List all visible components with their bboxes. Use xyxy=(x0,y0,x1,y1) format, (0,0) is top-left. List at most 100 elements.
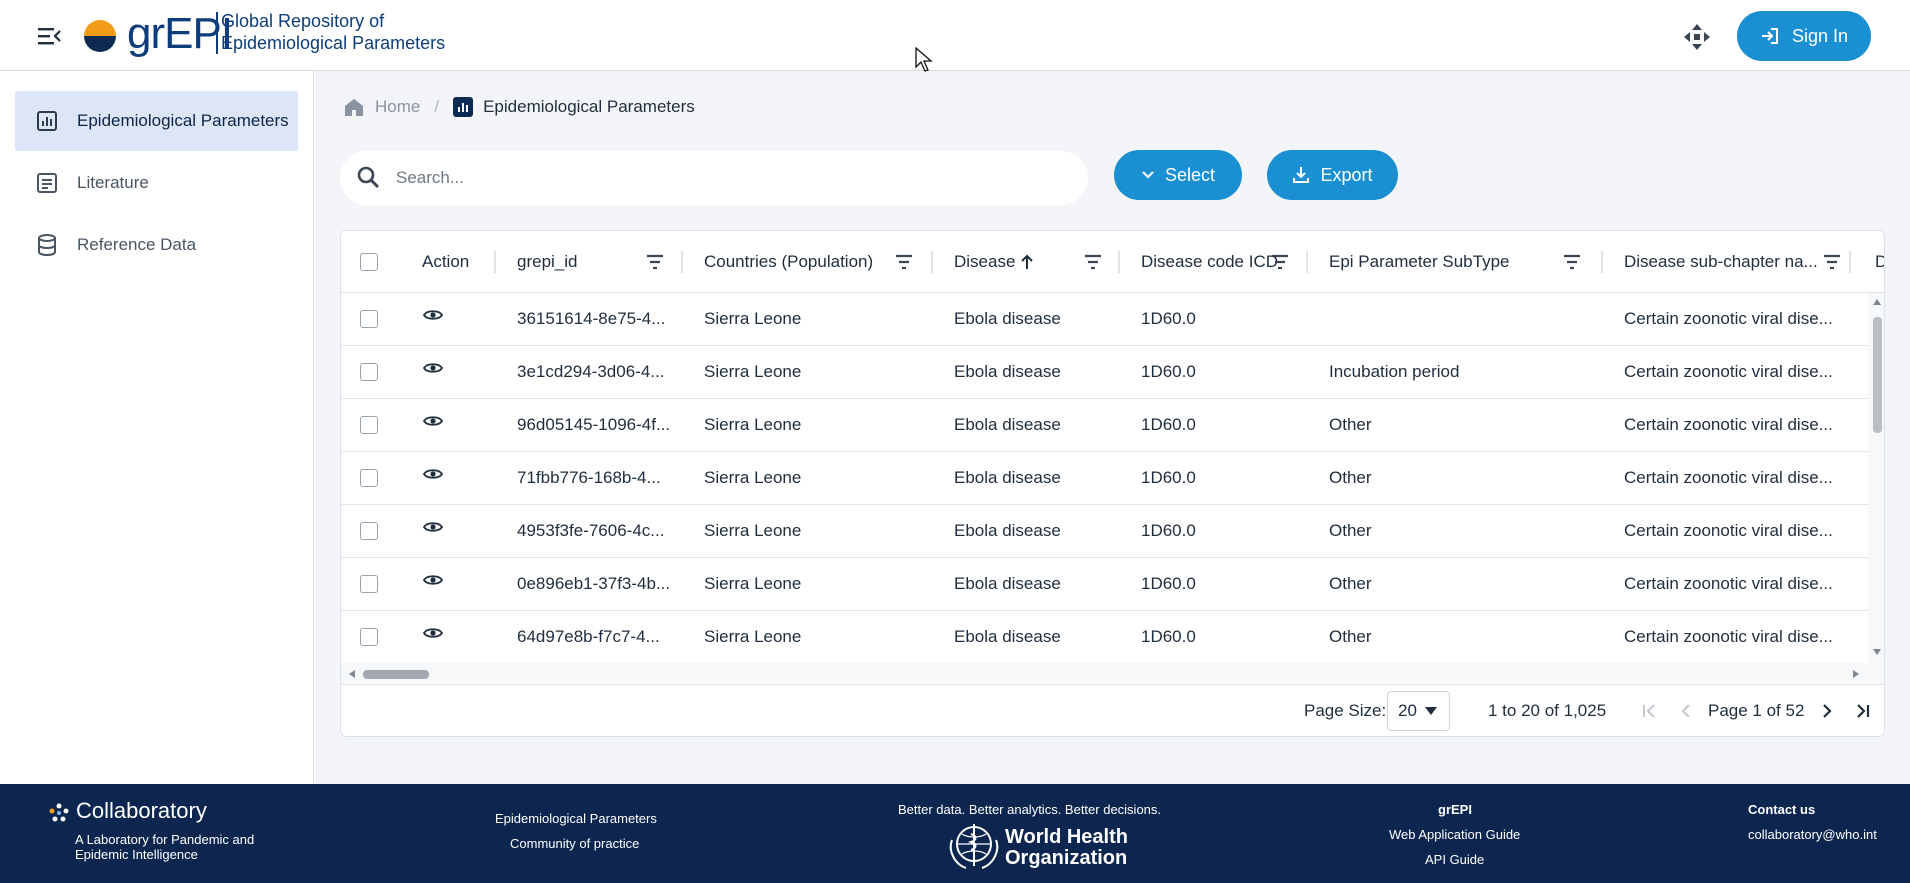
select-all-checkbox[interactable] xyxy=(360,253,378,271)
cell-subchapter: Certain zoonotic viral dise... xyxy=(1624,574,1833,593)
view-eye-icon[interactable] xyxy=(423,520,443,534)
sidebar-item-literature[interactable]: Literature xyxy=(15,153,298,213)
menu-collapse-icon[interactable] xyxy=(36,24,62,48)
row-checkbox[interactable] xyxy=(360,628,378,646)
column-resizer[interactable] xyxy=(931,251,933,273)
view-eye-icon[interactable] xyxy=(423,573,443,587)
filter-icon[interactable] xyxy=(1084,253,1102,271)
who-emblem-icon xyxy=(949,824,999,869)
column-header-grepi-id[interactable]: grepi_id xyxy=(517,231,578,293)
cell-disease: Ebola disease xyxy=(954,521,1061,540)
column-resizer[interactable] xyxy=(1306,251,1308,273)
column-header-disease-sub-chapter[interactable]: Disease sub-chapter na... xyxy=(1624,231,1818,293)
cell-id: 0e896eb1-37f3-4b... xyxy=(517,574,671,593)
sidebar-item-reference-data[interactable]: Reference Data xyxy=(15,215,298,275)
data-grid: Action grepi_id Countries (Population) D… xyxy=(340,230,1885,737)
footer-contact-email[interactable]: collaboratory@who.int xyxy=(1748,827,1877,842)
row-action-cell xyxy=(423,505,443,549)
scroll-left-arrow[interactable] xyxy=(349,670,355,678)
row-checkbox-cell xyxy=(360,505,378,557)
row-range-text: 1 to 20 of 1,025 xyxy=(1488,701,1607,720)
row-checkbox[interactable] xyxy=(360,522,378,540)
row-checkbox[interactable] xyxy=(360,469,378,487)
footer-grepi-title: grEPI xyxy=(1438,802,1472,817)
column-resizer[interactable] xyxy=(494,251,496,273)
row-action-cell xyxy=(423,399,443,443)
cell-subtype: Other xyxy=(1329,574,1372,593)
cell-icd: 1D60.0 xyxy=(1141,627,1196,646)
column-header-action[interactable]: Action xyxy=(422,231,469,293)
footer-brand[interactable]: Collaboratory xyxy=(76,798,207,824)
row-action-cell xyxy=(423,452,443,496)
table-row[interactable]: 36151614-8e75-4... Sierra Leone Ebola dise… xyxy=(341,293,1868,346)
filter-icon[interactable] xyxy=(1563,253,1581,271)
export-button[interactable]: Export xyxy=(1267,150,1398,200)
move-arrows-icon[interactable] xyxy=(1682,22,1712,52)
breadcrumb-home[interactable]: Home xyxy=(375,97,420,117)
scroll-up-arrow[interactable] xyxy=(1873,299,1881,305)
last-page-icon[interactable] xyxy=(1855,703,1871,719)
column-resizer[interactable] xyxy=(1118,251,1120,273)
column-resizer[interactable] xyxy=(1849,251,1851,273)
sidebar-item-label: Reference Data xyxy=(77,235,197,254)
filter-icon[interactable] xyxy=(895,253,913,271)
column-header-disease[interactable]: Disease xyxy=(954,231,1015,293)
footer-link-community[interactable]: Community of practice xyxy=(510,836,639,851)
first-page-icon[interactable] xyxy=(1641,703,1657,719)
sidebar-item-epidemiological-parameters[interactable]: Epidemiological Parameters xyxy=(15,91,298,151)
horizontal-scrollbar[interactable] xyxy=(341,663,1884,685)
table-row[interactable]: 96d05145-1096-4f... Sierra Leone Ebola dis… xyxy=(341,399,1868,452)
view-eye-icon[interactable] xyxy=(423,308,443,322)
row-checkbox[interactable] xyxy=(360,416,378,434)
download-icon xyxy=(1293,167,1310,183)
row-checkbox-cell xyxy=(360,452,378,504)
footer-contact-title: Contact us xyxy=(1748,802,1816,817)
footer-link-epi-params[interactable]: Epidemiological Parameters xyxy=(495,811,657,826)
column-resizer[interactable] xyxy=(1601,251,1603,273)
view-eye-icon[interactable] xyxy=(423,361,443,375)
next-page-icon[interactable] xyxy=(1819,703,1835,719)
pagination-bar: Page Size: 20 1 to 20 of 1,025 Page 1 of… xyxy=(341,685,1884,736)
cell-subchapter: Certain zoonotic viral dise... xyxy=(1624,362,1833,381)
previous-page-icon[interactable] xyxy=(1678,703,1694,719)
scroll-right-arrow[interactable] xyxy=(1853,670,1859,678)
view-eye-icon[interactable] xyxy=(423,467,443,481)
row-action-cell xyxy=(423,611,443,655)
footer-link-web-guide[interactable]: Web Application Guide xyxy=(1389,827,1520,842)
table-row[interactable]: 0e896eb1-37f3-4b... Sierra Leone Ebola dis… xyxy=(341,558,1868,611)
table-row[interactable]: 64d97e8b-f7c7-4... Sierra Leone Ebola dise… xyxy=(341,611,1868,664)
table-row[interactable]: 4953f3fe-7606-4c... Sierra Leone Ebola dis… xyxy=(341,505,1868,558)
vertical-scrollbar[interactable] xyxy=(1868,293,1884,663)
table-row[interactable]: 3e1cd294-3d06-4... Sierra Leone Ebola dise… xyxy=(341,346,1868,399)
breadcrumb-separator: / xyxy=(434,97,440,116)
row-checkbox[interactable] xyxy=(360,310,378,328)
scroll-down-arrow[interactable] xyxy=(1873,649,1881,655)
filter-icon[interactable] xyxy=(646,253,664,271)
view-eye-icon[interactable] xyxy=(423,626,443,640)
sign-in-button[interactable]: Sign In xyxy=(1737,11,1871,61)
row-checkbox[interactable] xyxy=(360,575,378,593)
cell-id: 3e1cd294-3d06-4... xyxy=(517,362,665,381)
select-label: Select xyxy=(1164,164,1216,185)
caret-down-icon xyxy=(1424,707,1437,715)
search-input[interactable] xyxy=(396,168,1036,188)
column-header-epi-parameter-subtype[interactable]: Epi Parameter SubType xyxy=(1329,231,1509,293)
table-row[interactable]: 71fbb776-168b-4... Sierra Leone Ebola dise… xyxy=(341,452,1868,505)
page-size-select[interactable]: 20 xyxy=(1387,691,1450,731)
vertical-scroll-thumb[interactable] xyxy=(1873,317,1882,433)
view-eye-icon[interactable] xyxy=(423,414,443,428)
column-header-partial[interactable]: D xyxy=(1875,231,1884,293)
sort-ascending-icon[interactable] xyxy=(1019,253,1035,271)
footer-link-api-guide[interactable]: API Guide xyxy=(1425,852,1484,867)
select-button[interactable]: Select xyxy=(1114,150,1242,200)
filter-icon[interactable] xyxy=(1823,253,1841,271)
row-checkbox[interactable] xyxy=(360,363,378,381)
breadcrumb: Home / Epidemiological Parameters xyxy=(343,96,695,118)
horizontal-scroll-thumb[interactable] xyxy=(363,670,429,679)
filter-icon[interactable] xyxy=(1271,253,1289,271)
chart-icon xyxy=(37,111,57,131)
home-icon[interactable] xyxy=(343,96,365,118)
column-header-countries[interactable]: Countries (Population) xyxy=(704,231,873,293)
column-resizer[interactable] xyxy=(681,251,683,273)
column-header-disease-code-icd[interactable]: Disease code ICD xyxy=(1141,231,1278,293)
